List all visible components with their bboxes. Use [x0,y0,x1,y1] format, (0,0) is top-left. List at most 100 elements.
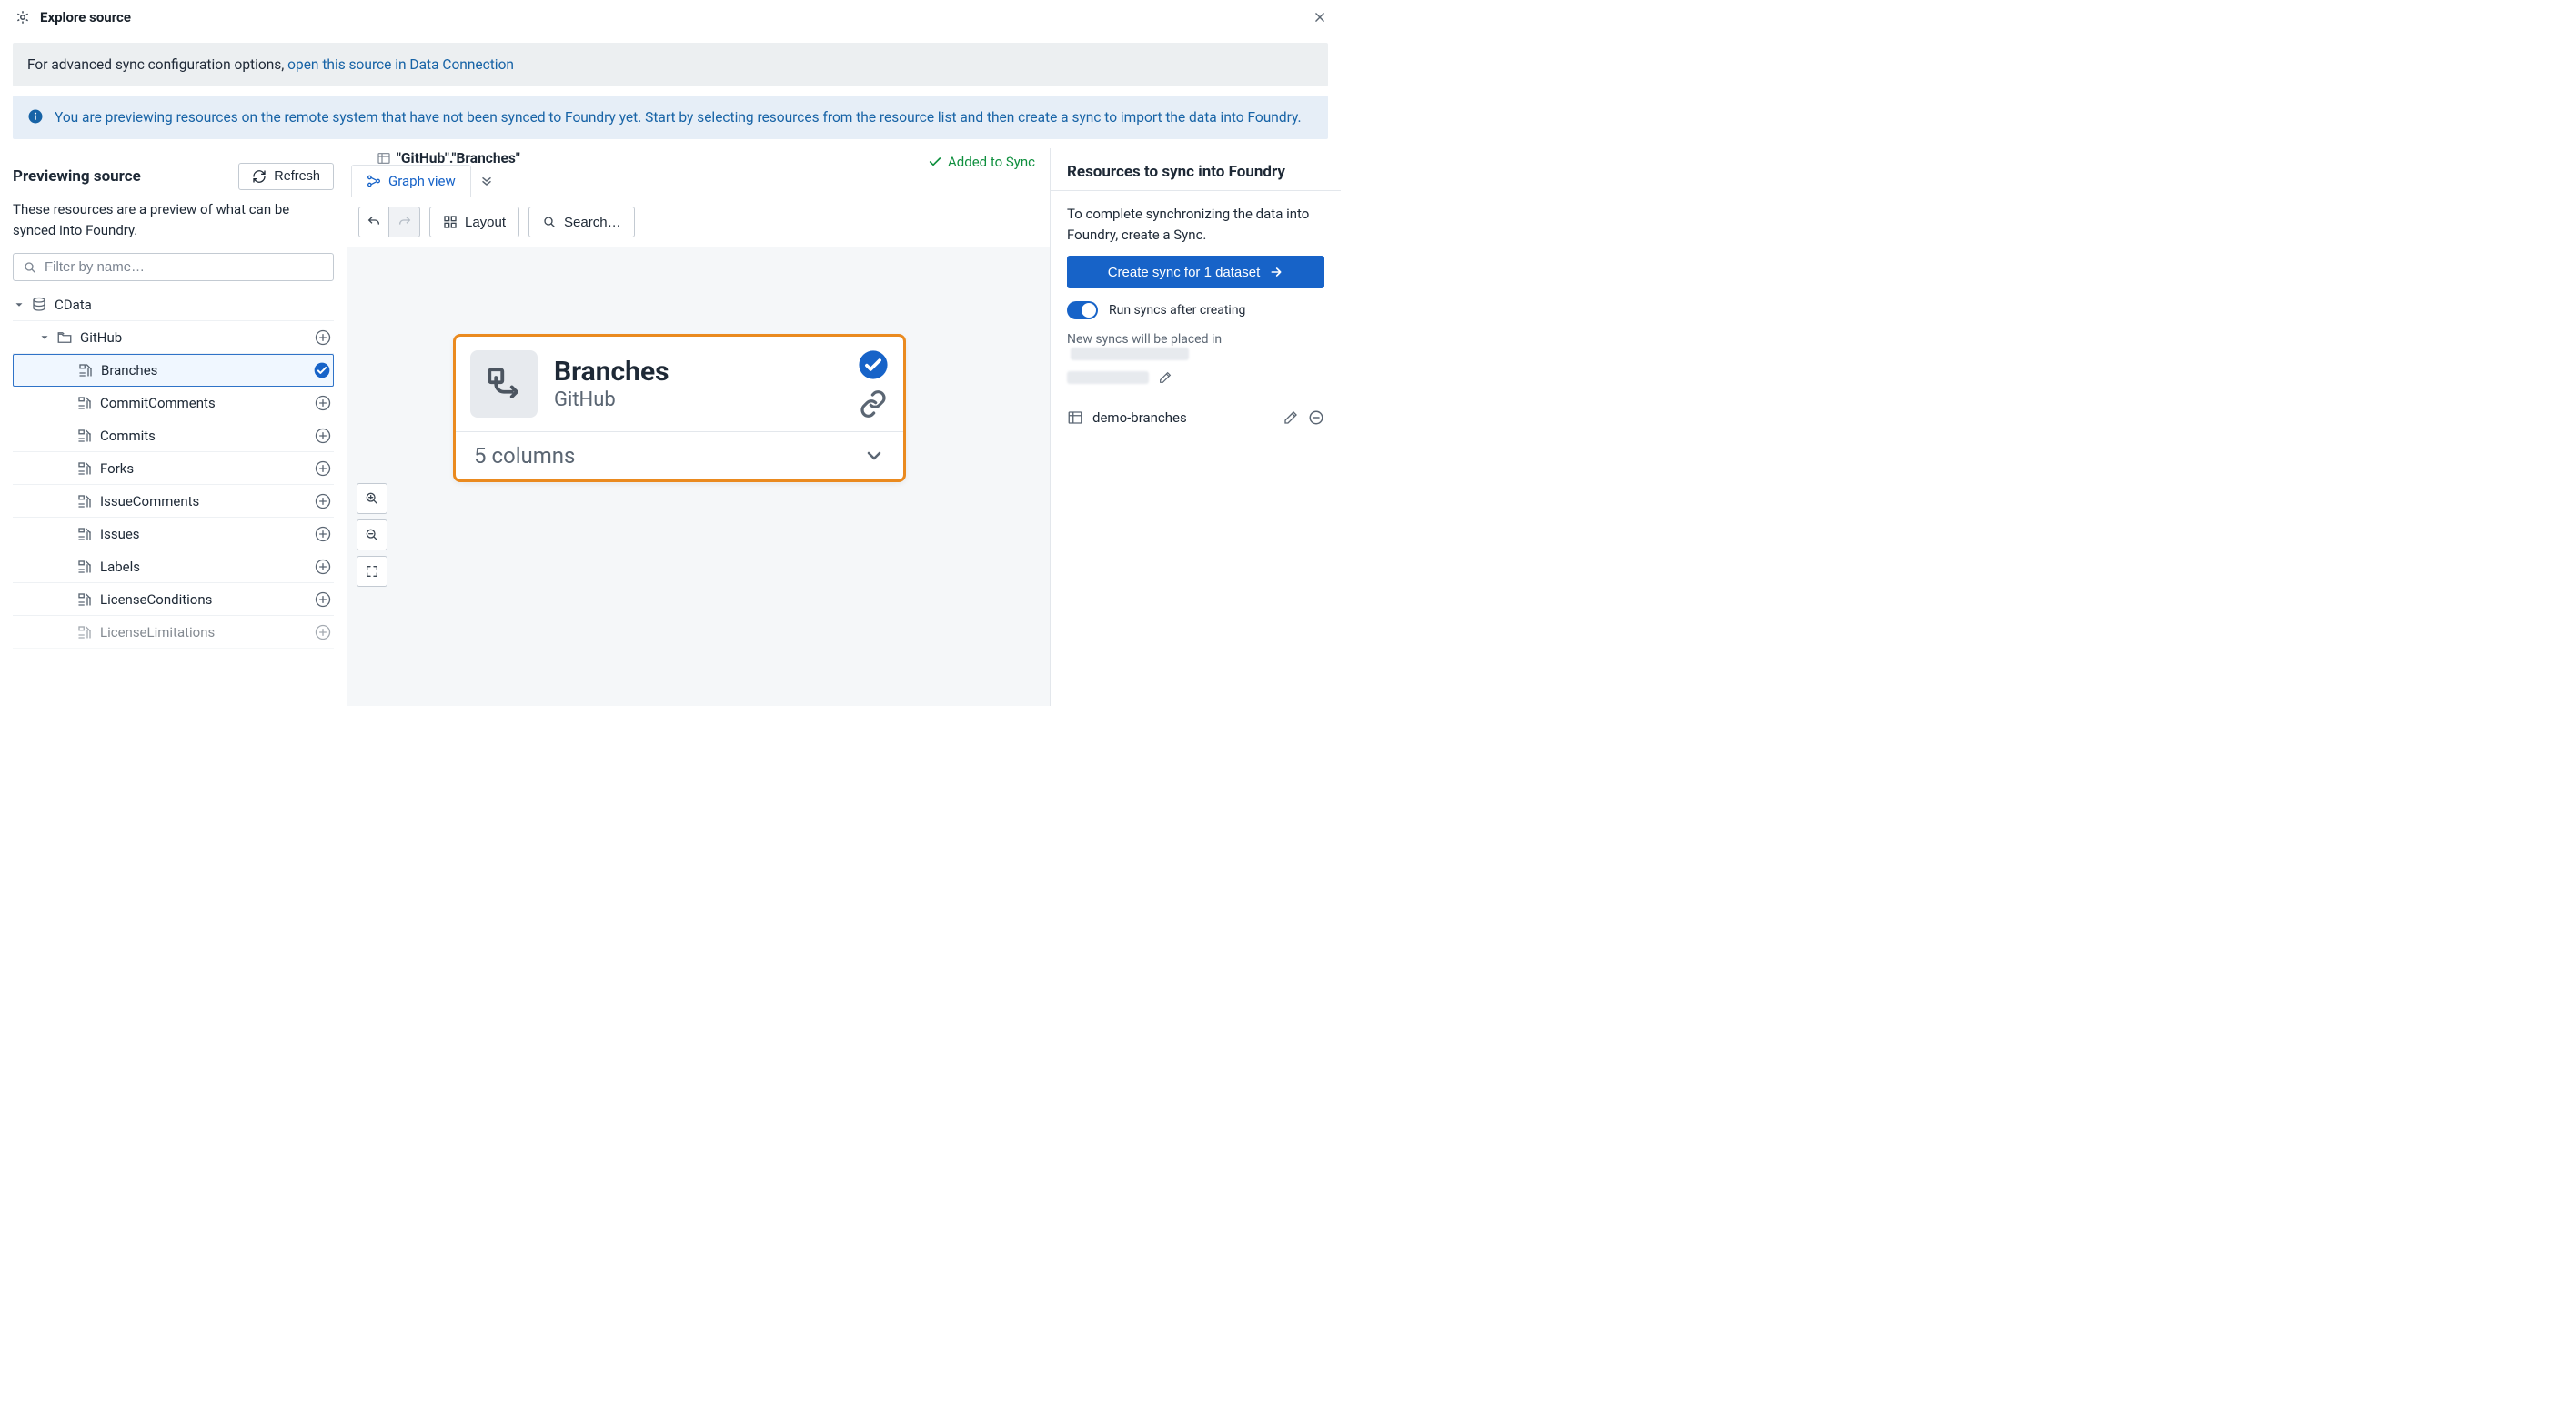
info-icon [27,108,44,125]
redo-icon [397,215,412,229]
add-icon[interactable] [314,525,332,543]
database-icon [31,297,47,313]
undo-icon [367,215,381,229]
node-columns-count: 5 columns [474,443,575,469]
chevron-down-icon [38,331,51,344]
node-title: Branches [554,357,841,387]
link-icon[interactable] [859,389,888,419]
window-title: Explore source [40,9,131,25]
chevron-down-icon [13,298,25,311]
table-icon [1067,409,1083,426]
tree-item-label: CommitComments [100,395,216,411]
add-folder-icon[interactable] [314,328,332,347]
tree-item-label: Labels [100,559,140,575]
tree-item-labels[interactable]: Labels [13,550,334,583]
tree-item-licenselimitations[interactable]: LicenseLimitations [13,616,334,649]
table-icon [76,591,93,608]
placed-in-redacted-2 [1067,371,1149,384]
layout-icon [443,215,458,229]
left-description: These resources are a preview of what ca… [13,199,334,240]
open-data-connection-link[interactable]: open this source in Data Connection [287,56,514,73]
resource-tree: CData GitHub Branches [13,288,334,706]
run-syncs-toggle[interactable] [1067,301,1098,319]
advanced-sync-text: For advanced sync configuration options, [27,56,287,73]
graph-node-branches[interactable]: Branches GitHub 5 columns [453,334,906,482]
undo-button[interactable] [358,207,389,237]
add-icon[interactable] [314,394,332,412]
preview-info-callout: You are previewing resources on the remo… [13,96,1328,139]
table-icon [76,559,93,575]
zoom-in-icon [365,491,379,506]
close-icon[interactable] [1313,11,1326,24]
redo-button [389,207,420,237]
tab-graph-view[interactable]: Graph view [351,165,471,197]
zoom-in-button[interactable] [357,483,387,514]
breadcrumb: "GitHub"."Branches" [397,150,520,166]
tree-item-commitcomments[interactable]: CommitComments [13,387,334,419]
run-syncs-label: Run syncs after creating [1109,303,1245,318]
filter-input-wrapper[interactable] [13,253,334,281]
refresh-button[interactable]: Refresh [238,163,334,190]
sync-list-item: demo-branches [1051,398,1341,437]
tree-item-label: LicenseConditions [100,591,212,608]
edit-sync-item-icon[interactable] [1283,409,1299,426]
tree-item-label: Branches [101,362,157,378]
table-icon [76,493,93,509]
placed-in-label: New syncs will be placed in [1067,332,1222,347]
left-heading: Previewing source [13,167,141,186]
arrow-right-icon [1269,265,1283,279]
added-check-icon[interactable] [313,361,331,379]
advanced-sync-callout: For advanced sync configuration options,… [13,43,1328,86]
sync-item-name: demo-branches [1092,409,1273,426]
tree-item-issues[interactable]: Issues [13,518,334,550]
right-description: To complete synchronizing the data into … [1067,204,1324,245]
zoom-fit-button[interactable] [357,556,387,587]
table-icon [76,428,93,444]
folder-open-icon [56,329,73,346]
add-icon[interactable] [314,558,332,576]
right-heading: Resources to sync into Foundry [1067,163,1324,181]
double-chevron-down-icon [479,174,494,188]
tree-item-label: Issues [100,526,140,542]
tree-item-label: Forks [100,460,134,477]
add-icon[interactable] [314,623,332,641]
layout-button[interactable]: Layout [429,207,519,237]
tree-root-label: CData [55,297,92,313]
tree-item-label: IssueComments [100,493,199,509]
add-icon[interactable] [314,427,332,445]
app-logo-icon [15,9,31,25]
tree-folder-github[interactable]: GitHub [13,321,334,354]
table-icon [76,460,93,477]
create-sync-button[interactable]: Create sync for 1 dataset [1067,256,1324,288]
tree-item-forks[interactable]: Forks [13,452,334,485]
preview-info-text: You are previewing resources on the remo… [55,106,1302,128]
table-icon [76,624,93,640]
chevron-down-icon[interactable] [863,445,885,467]
tab-more-button[interactable] [471,166,502,197]
search-button[interactable]: Search… [528,207,635,237]
tree-root[interactable]: CData [13,288,334,321]
tree-item-branches[interactable]: Branches [13,354,334,387]
tree-folder-label: GitHub [80,329,122,346]
add-icon[interactable] [314,590,332,609]
table-icon [76,526,93,542]
tree-item-licenseconditions[interactable]: LicenseConditions [13,583,334,616]
node-type-icon [470,350,538,418]
edit-location-icon[interactable] [1158,370,1172,385]
search-icon [23,260,37,275]
zoom-fit-icon [365,564,379,579]
tree-item-commits[interactable]: Commits [13,419,334,452]
placed-in-redacted [1071,348,1189,360]
filter-input[interactable] [45,259,324,275]
zoom-out-icon [365,528,379,542]
refresh-icon [252,169,267,184]
graph-icon [367,174,381,188]
remove-sync-item-icon[interactable] [1308,409,1324,426]
table-icon [76,395,93,411]
add-icon[interactable] [314,459,332,478]
zoom-out-button[interactable] [357,519,387,550]
add-icon[interactable] [314,492,332,510]
node-added-check-icon[interactable] [858,349,889,380]
node-subtitle: GitHub [554,388,841,411]
tree-item-issuecomments[interactable]: IssueComments [13,485,334,518]
